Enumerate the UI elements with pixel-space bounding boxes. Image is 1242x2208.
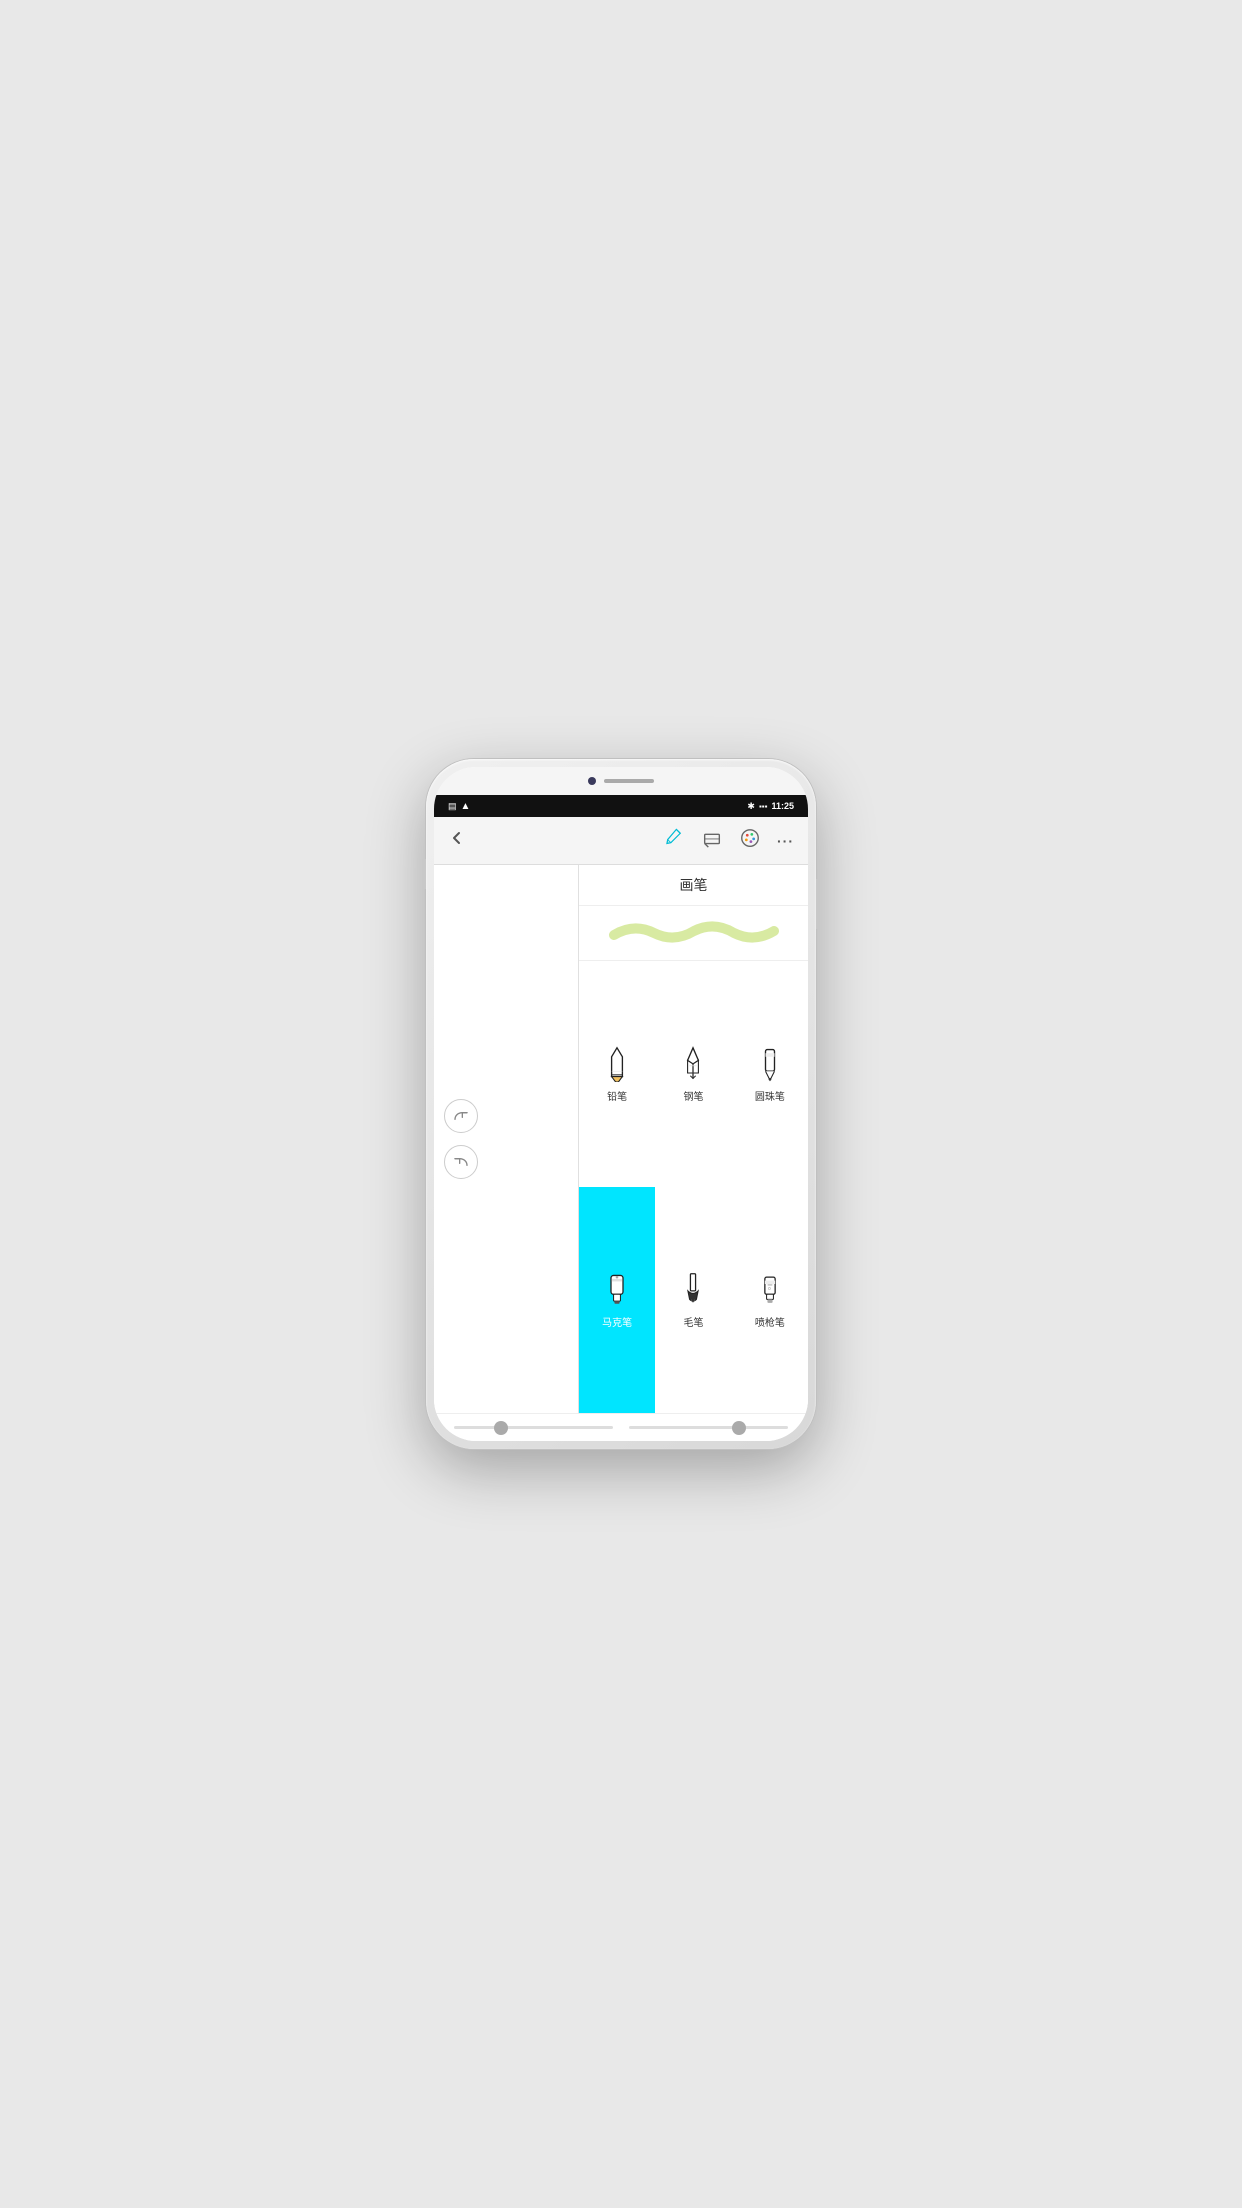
doc-icon: ▤ <box>448 801 457 812</box>
time-display: 11:25 <box>771 801 794 811</box>
phone-screen: ▤ ▲ ✱ ▪▪▪ 11:25 <box>434 767 808 1441</box>
redo-button[interactable] <box>444 1099 478 1133</box>
status-left: ▤ ▲ <box>448 801 470 812</box>
brush-brush-label: 毛笔 <box>683 1314 703 1329</box>
opacity-slider-thumb[interactable] <box>732 1421 746 1435</box>
undo-redo-controls <box>444 1099 478 1179</box>
wifi-icon: ▲ <box>461 801 471 812</box>
size-slider-thumb[interactable] <box>494 1421 508 1435</box>
toolbar-tools: ··· <box>663 827 794 854</box>
battery-icon: ▪▪▪ <box>759 802 768 811</box>
phone-device: ▤ ▲ ✱ ▪▪▪ 11:25 <box>426 759 816 1449</box>
speaker <box>604 779 654 783</box>
pen-tool-button[interactable] <box>663 827 685 854</box>
brush-panel-title: 画笔 <box>579 865 808 906</box>
brush-fountain-label: 钢笔 <box>683 1088 703 1103</box>
status-bar: ▤ ▲ ✱ ▪▪▪ 11:25 <box>434 795 808 817</box>
more-button[interactable]: ··· <box>777 833 794 849</box>
brush-item-pencil[interactable]: 铅笔 <box>579 961 655 1187</box>
eraser-tool-button[interactable] <box>701 827 723 854</box>
brush-ballpoint-label: 圆珠笔 <box>755 1088 785 1103</box>
bluetooth-icon: ✱ <box>747 801 755 812</box>
front-camera <box>588 777 596 785</box>
brush-pencil-label: 铅笔 <box>607 1088 627 1103</box>
canvas-area[interactable] <box>434 865 578 1413</box>
bottom-sliders <box>434 1413 808 1441</box>
palette-tool-button[interactable] <box>739 827 761 854</box>
status-right: ✱ ▪▪▪ 11:25 <box>747 801 794 812</box>
back-button[interactable] <box>448 829 466 853</box>
brush-preview <box>579 906 808 961</box>
brush-marker-label: 马克笔 <box>602 1314 632 1329</box>
brush-grid: 铅笔 钢笔 <box>579 961 808 1413</box>
opacity-slider-track[interactable] <box>629 1426 788 1429</box>
brush-panel: 画笔 <box>578 865 808 1413</box>
undo-button[interactable] <box>444 1145 478 1179</box>
brush-item-marker[interactable]: 马克笔 <box>579 1187 655 1413</box>
brush-item-fountain-pen[interactable]: 钢笔 <box>655 961 731 1187</box>
brush-spray-label: 喷枪笔 <box>755 1314 785 1329</box>
brush-item-ballpoint[interactable]: 圆珠笔 <box>732 961 808 1187</box>
toolbar: ··· <box>434 817 808 865</box>
brush-item-brush[interactable]: 毛笔 <box>655 1187 731 1413</box>
brush-item-spray[interactable]: 0 喷枪笔 <box>732 1187 808 1413</box>
camera-area <box>434 767 808 795</box>
size-slider-track[interactable] <box>454 1426 613 1429</box>
main-content: 画笔 <box>434 865 808 1413</box>
